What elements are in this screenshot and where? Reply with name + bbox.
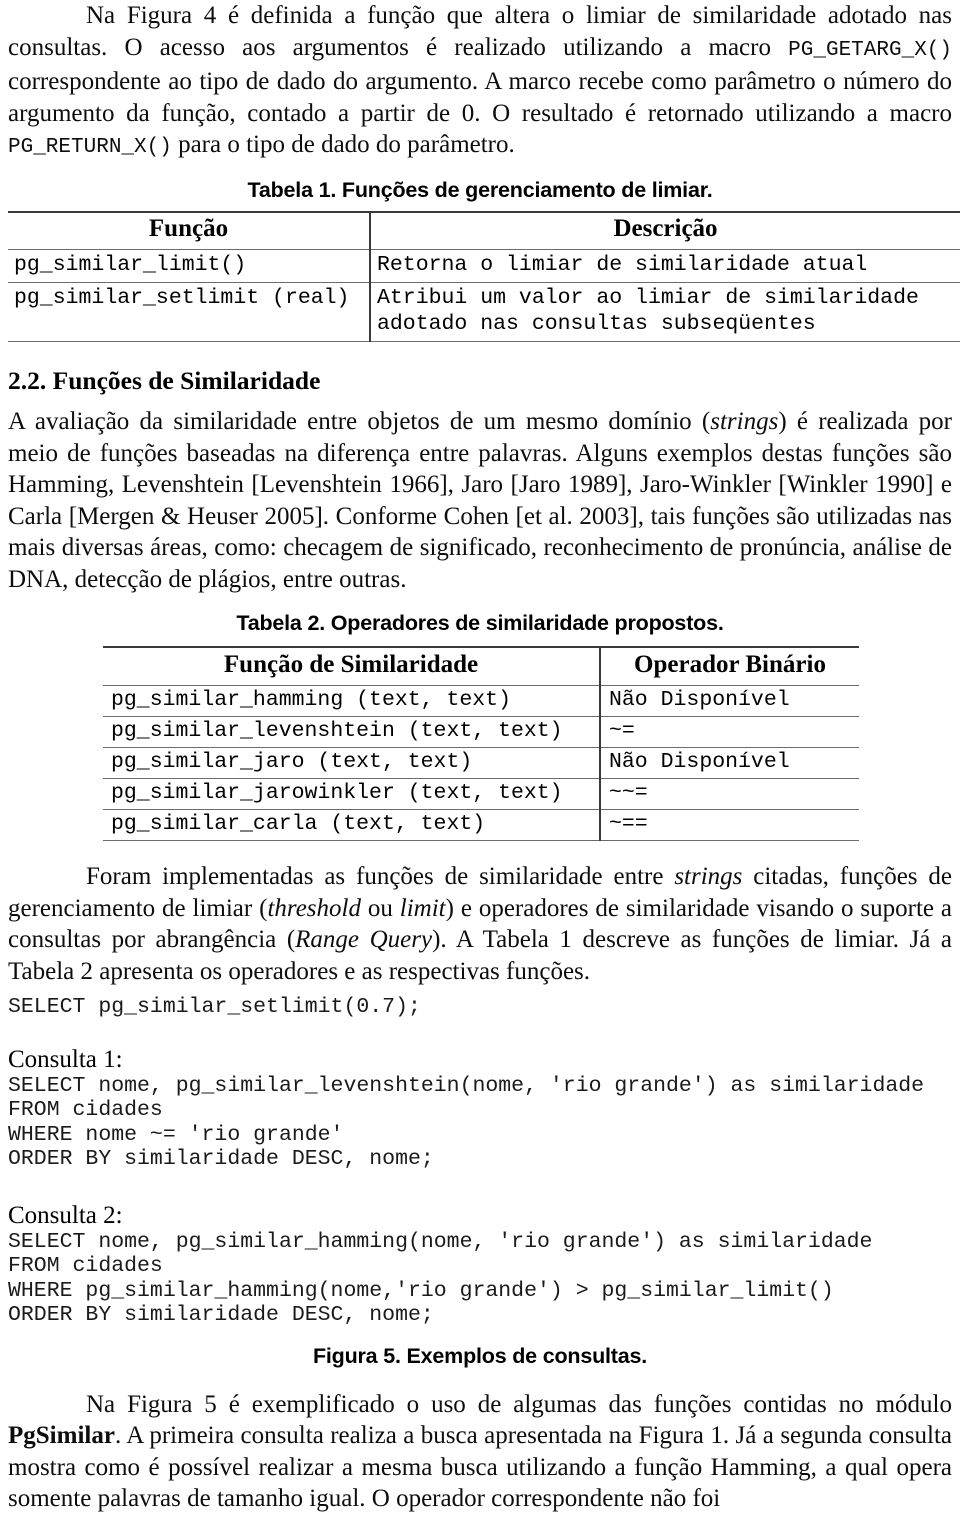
closing-text-part-1: Na Figura 5 é exemplificado o uso de alg… (86, 1390, 952, 1418)
table2-header-operador-binario: Operador Binário (599, 647, 859, 686)
intro-text-part-2: correspondente ao tipo de dado do argume… (8, 68, 952, 127)
table1-cell-description-1: Atribui um valor ao limiar de similarida… (369, 282, 960, 342)
table1-header-row: Função Descrição (8, 211, 960, 249)
table1-header-descricao: Descrição (369, 211, 960, 249)
code-setlimit: SELECT pg_similar_setlimit(0.7); (8, 995, 421, 1019)
intro-text-part-3: para o tipo de dado do parâmetro. (171, 131, 515, 158)
consulta-2-label: Consulta 2: (8, 1201, 123, 1229)
table2-caption: Tabela 2. Operadores de similaridade pro… (236, 611, 724, 635)
section-heading-2-2: 2.2. Funções de Similaridade (8, 366, 321, 395)
table-row: pg_similar_jarowinkler (text, text) ~~= (103, 778, 859, 810)
table2-cell-operator-0: Não Disponível (599, 685, 859, 717)
table1-body: pg_similar_limit() Retorna o limiar de s… (8, 249, 960, 348)
table2-body: pg_similar_hamming (text, text) Não Disp… (103, 685, 859, 845)
italic-threshold: threshold (267, 894, 361, 922)
table1-cell-function-0: pg_similar_limit() (14, 252, 247, 277)
italic-range-query: Range Query (295, 926, 433, 953)
table1-header-funcao: Função (148, 214, 229, 242)
macro-pg-getarg: PG_GETARG_X() (788, 38, 952, 62)
table2-head: Função de Similaridade Operador Binário (103, 647, 859, 686)
implemented-text-part-3: ou (360, 894, 400, 922)
table2-cell-function-3: pg_similar_jarowinkler (text, text) (111, 781, 563, 805)
italic-strings-2: strings (674, 863, 743, 890)
table-row: pg_similar_hamming (text, text) Não Disp… (103, 685, 859, 717)
table2-cell-function-1: pg_similar_levenshtein (text, text) (111, 719, 563, 743)
table2-cell-operator-1: ~= (599, 716, 859, 748)
table1-head: Função Descrição (8, 211, 960, 249)
closing-text-part-2: . A primeira consulta realiza a busca ap… (8, 1422, 952, 1512)
paragraph-closing: Na Figura 5 é exemplificado o uso de alg… (8, 1389, 952, 1515)
table-row: pg_similar_levenshtein (text, text) ~= (103, 716, 859, 748)
figura5-caption: Figura 5. Exemplos de consultas. (312, 1343, 648, 1368)
implemented-text-part-1: Foram implementadas as funções de simila… (86, 863, 675, 890)
table2-cell-function-2: pg_similar_jaro (text, text) (111, 750, 473, 774)
similarity-text-part-1: A avaliação da similaridade entre objeto… (8, 408, 711, 435)
table2-cell-operator-2: Não Disponível (599, 747, 859, 779)
table-operadores-similaridade: Função de Similaridade Operador Binário … (103, 646, 859, 845)
consulta-1-label: Consulta 1: (8, 1045, 123, 1073)
table-row: pg_similar_jaro (text, text) Não Disponí… (103, 747, 859, 779)
table1-caption: Tabela 1. Funções de gerenciamento de li… (247, 177, 713, 202)
table2-header-funcao-similaridade: Função de Similaridade (223, 651, 479, 678)
code-consulta-2: SELECT nome, pg_similar_hamming(nome, 'r… (8, 1229, 873, 1328)
table2-cell-operator-3: ~~= (599, 778, 859, 810)
italic-limit: limit (399, 894, 446, 922)
code-consulta-1: SELECT nome, pg_similar_levenshtein(nome… (8, 1073, 925, 1172)
paragraph-intro: Na Figura 4 é definida a função que alte… (8, 0, 952, 164)
document-page: Na Figura 4 é definida a função que alte… (0, 0, 960, 1512)
table-row: pg_similar_carla (text, text) ~== (103, 809, 859, 841)
macro-pg-return: PG_RETURN_X() (8, 136, 172, 159)
paragraph-similaridade: A avaliação da similaridade entre objeto… (8, 406, 952, 595)
table-funcoes-gerenciamento-limiar: Função Descrição pg_similar_limit() Reto… (8, 211, 960, 348)
table2-header-row: Função de Similaridade Operador Binário (103, 647, 859, 686)
table-row: pg_similar_setlimit (real) Atribui um va… (8, 282, 960, 342)
table2-cell-operator-4: ~== (599, 809, 859, 841)
italic-strings: strings (710, 408, 779, 435)
table1-cell-description-0: Retorna o limiar de similaridade atual (369, 249, 960, 283)
table-row: pg_similar_limit() Retorna o limiar de s… (8, 249, 960, 283)
similarity-text-part-2: ) é realizada por meio de funções basead… (8, 408, 952, 593)
table1-cell-function-1: pg_similar_setlimit (real) (14, 286, 350, 310)
bold-pgsimilar: PgSimilar (8, 1422, 115, 1449)
paragraph-implementadas: Foram implementadas as funções de simila… (8, 861, 952, 987)
table2-cell-function-4: pg_similar_carla (text, text) (111, 812, 486, 836)
table2-cell-function-0: pg_similar_hamming (text, text) (111, 688, 511, 712)
